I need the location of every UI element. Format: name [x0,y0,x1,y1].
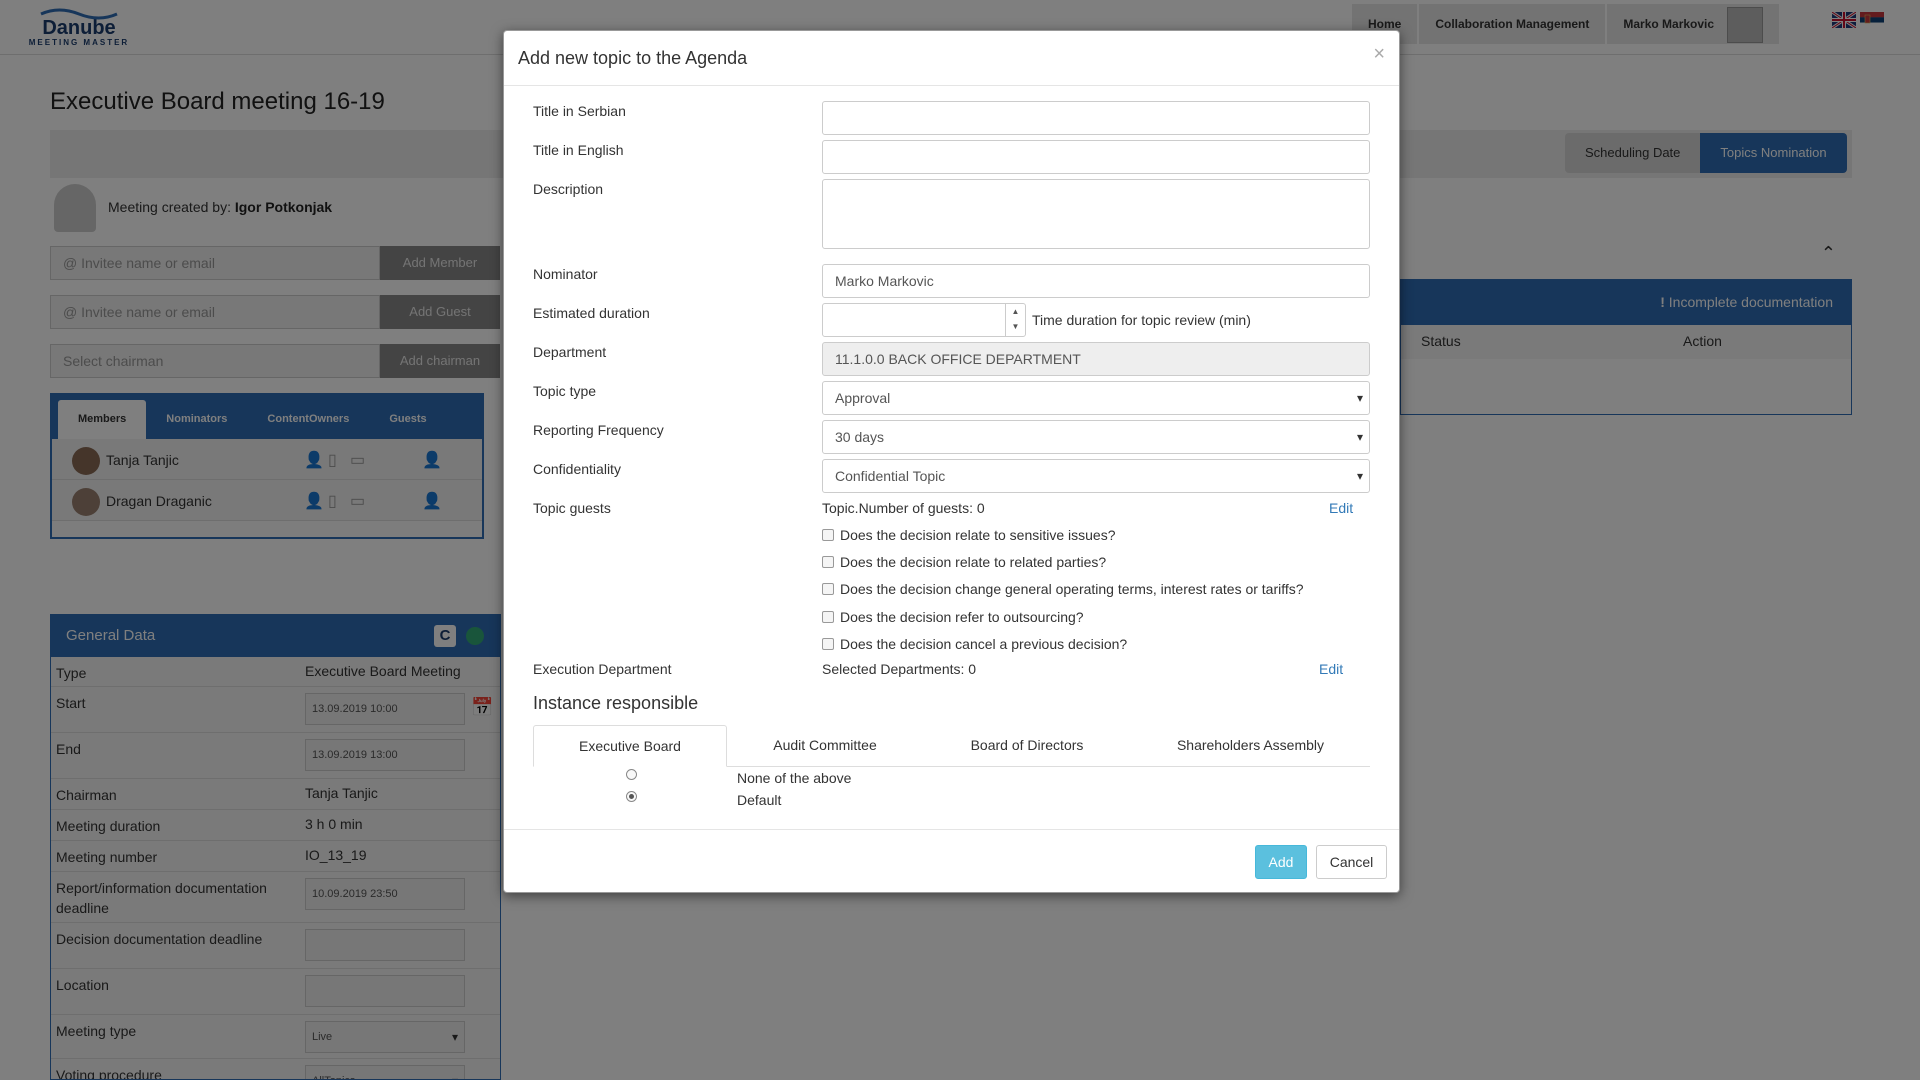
checkbox[interactable] [822,638,834,650]
radio-default-label: Default [737,792,782,808]
execution-department-count: Selected Departments: 0 [822,661,977,677]
title-english-input[interactable] [822,140,1370,174]
topic-type-select[interactable]: Approval [822,381,1370,415]
duration-stepper[interactable]: ▲ ▼ [822,303,1026,337]
tab-board-of-directors[interactable]: Board of Directors [923,725,1131,767]
checkbox-label: Does the decision cancel a previous deci… [840,636,1128,652]
checkbox[interactable] [822,611,834,623]
tab-shareholders-assembly[interactable]: Shareholders Assembly [1131,725,1370,767]
stepper-arrows-icon[interactable]: ▲ ▼ [1005,304,1025,336]
radio-none-label: None of the above [737,770,852,786]
modal-header: Add new topic to the Agenda × [504,31,1399,86]
add-topic-modal: Add new topic to the Agenda × Title in S… [503,30,1400,893]
instance-responsible-title: Instance responsible [533,693,699,713]
checkbox-label: Does the decision refer to outsourcing? [840,609,1084,625]
confidentiality-label: Confidentiality [533,461,621,477]
department-input: 11.1.0.0 BACK OFFICE DEPARTMENT [822,342,1370,376]
instance-tabs: Executive Board Audit Committee Board of… [533,725,1370,767]
confidentiality-select[interactable]: Confidential Topic [822,459,1370,493]
edit-guests-link[interactable]: Edit [1329,500,1353,516]
checkbox[interactable] [822,556,834,568]
description-textarea[interactable] [822,179,1370,249]
description-label: Description [533,181,604,197]
modal-title: Add new topic to the Agenda [518,48,748,68]
checkbox-label: Does the decision change general operati… [840,581,1304,597]
checkbox-sensitive-issues[interactable]: Does the decision relate to sensitive is… [822,527,1115,543]
title-serbian-label: Title in Serbian [533,103,626,119]
checkbox-label: Does the decision relate to related part… [840,554,1107,570]
edit-departments-link[interactable]: Edit [1319,661,1343,677]
reporting-frequency-select[interactable]: 30 days [822,420,1370,454]
checkbox-outsourcing[interactable]: Does the decision refer to outsourcing? [822,609,1084,625]
duration-hint: Time duration for topic review (min) [1032,312,1251,328]
topic-guests-count: Topic.Number of guests: 0 [822,500,985,516]
checkbox[interactable] [822,583,834,595]
tab-audit-committee[interactable]: Audit Committee [727,725,923,767]
checkbox-operating-terms[interactable]: Does the decision change general operati… [822,581,1304,597]
checkbox[interactable] [822,529,834,541]
execution-department-label: Execution Department [533,661,672,677]
add-button[interactable]: Add [1255,845,1307,879]
checkbox-related-parties[interactable]: Does the decision relate to related part… [822,554,1106,570]
checkbox-cancel-previous[interactable]: Does the decision cancel a previous deci… [822,636,1127,652]
nominator-input[interactable]: Marko Markovic [822,264,1370,298]
radio-none[interactable] [626,769,637,780]
modal-footer: Add Cancel [504,829,1399,892]
cancel-button[interactable]: Cancel [1316,845,1387,879]
radio-default[interactable] [626,791,637,802]
department-label: Department [533,344,607,360]
title-serbian-input[interactable] [822,101,1370,135]
checkbox-label: Does the decision relate to sensitive is… [840,527,1116,543]
close-icon[interactable]: × [1373,43,1385,66]
reporting-frequency-label: Reporting Frequency [533,422,664,438]
title-english-label: Title in English [533,142,624,158]
topic-guests-label: Topic guests [533,500,611,516]
estimated-duration-label: Estimated duration [533,305,650,321]
nominator-label: Nominator [533,266,598,282]
tab-executive-board[interactable]: Executive Board [533,725,727,767]
topic-type-label: Topic type [533,383,597,399]
